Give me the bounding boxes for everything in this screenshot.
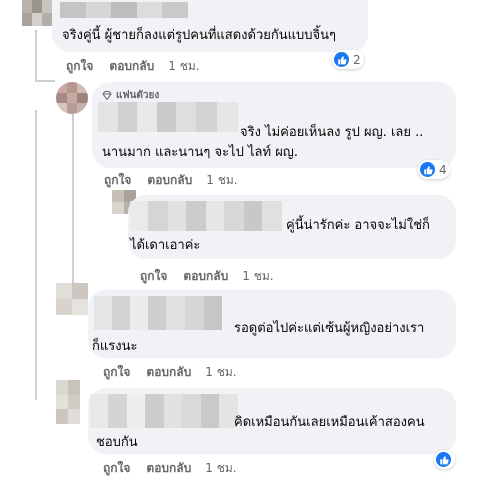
comment-text-line1: รอดูต่อไปค่ะแต่เซ้นผู้หญิงอย่างเรา [234, 321, 425, 336]
blurred-author-name [90, 394, 238, 428]
like-button[interactable]: ถูกใจ [66, 57, 93, 76]
blurred-author-name [98, 102, 238, 132]
comment-text: จริงคู่นี้ ผู้ชายก็ลงแต่รูปคนที่แสดงด้วย… [62, 28, 337, 43]
comment-time[interactable]: 1 ชม. [168, 57, 199, 76]
comment-actions: ถูกใจ ตอบกลับ 1 ชม. [103, 460, 237, 476]
comment-time[interactable]: 1 ชม. [242, 267, 273, 286]
comment-text-line1: คู่นี้น่ารักค่ะ อาจจะไม่ใช่ก็ [286, 218, 430, 233]
reaction-count: 4 [439, 162, 447, 177]
avatar[interactable] [56, 380, 80, 424]
avatar[interactable] [22, 0, 52, 26]
like-button[interactable]: ถูกใจ [103, 459, 130, 478]
thread-line [35, 30, 37, 80]
comment-text-line2: ได้เดาเอาค่ะ [130, 238, 201, 253]
comment-text-line2: ก็แรงนะ [92, 339, 138, 354]
comment-bubble: คิดเหมือนกันเลยเหมือนเค้าสองคน ชอบกัน [88, 388, 456, 454]
comment-bubble: แฟนตัวยง จริง ไม่ค่อยเห็นลง รูป ผญ. เลย … [92, 82, 456, 168]
reaction-count: 2 [353, 52, 361, 67]
comment-time[interactable]: 1 ชม. [205, 459, 236, 478]
like-thumb-icon [435, 451, 452, 468]
comment-time[interactable]: 1 ชม. [206, 171, 237, 190]
top-fan-badge: แฟนตัวยง [102, 88, 159, 103]
comment-bubble: รอดูต่อไปค่ะแต่เซ้นผู้หญิงอย่างเรา ก็แรง… [88, 290, 456, 358]
blurred-author-name [130, 201, 282, 231]
reaction-summary[interactable] [434, 450, 455, 469]
comment-text-line1: จริง ไม่ค่อยเห็นลง รูป ผญ. เลย .. [240, 125, 424, 140]
comment-bubble: คู่นี้น่ารักค่ะ อาจจะไม่ใช่ก็ ได้เดาเอาค… [128, 195, 456, 259]
like-thumb-icon [419, 161, 436, 178]
blurred-author-name [60, 2, 188, 18]
thread-line [72, 110, 74, 200]
reply-button[interactable]: ตอบกลับ [109, 57, 154, 76]
avatar[interactable] [56, 82, 88, 114]
comment-actions: ถูกใจ ตอบกลับ 1 ชม. [103, 364, 237, 380]
comment-text-line2: ชอบกัน [96, 435, 138, 450]
thread-line [35, 80, 55, 82]
like-thumb-icon [333, 51, 350, 68]
comment-time[interactable]: 1 ชม. [205, 363, 236, 382]
reply-button[interactable]: ตอบกลับ [146, 363, 191, 382]
comment-text-line1: คิดเหมือนกันเลยเหมือนเค้าสองคน [234, 415, 425, 430]
like-button[interactable]: ถูกใจ [103, 363, 130, 382]
diamond-icon [102, 91, 112, 100]
comment-actions: ถูกใจ ตอบกลับ 1 ชม. [140, 268, 274, 284]
like-button[interactable]: ถูกใจ [140, 267, 167, 286]
reply-button[interactable]: ตอบกลับ [147, 171, 192, 190]
reply-button[interactable]: ตอบกลับ [183, 267, 228, 286]
avatar[interactable] [56, 283, 88, 315]
comment-bubble: จริงคู่นี้ ผู้ชายก็ลงแต่รูปคนที่แสดงด้วย… [52, 0, 368, 52]
reaction-summary[interactable]: 4 [418, 160, 450, 179]
thread-line [35, 110, 37, 400]
reply-button[interactable]: ตอบกลับ [146, 459, 191, 478]
comment-actions: ถูกใจ ตอบกลับ 1 ชม. [66, 58, 200, 74]
like-button[interactable]: ถูกใจ [104, 171, 131, 190]
blurred-author-name [94, 296, 222, 330]
reaction-summary[interactable]: 2 [332, 50, 364, 69]
comment-actions: ถูกใจ ตอบกลับ 1 ชม. [104, 172, 238, 188]
comment-text-line2: นานมาก และนานๆ จะไป ไลท์ ผญ. [102, 145, 299, 160]
